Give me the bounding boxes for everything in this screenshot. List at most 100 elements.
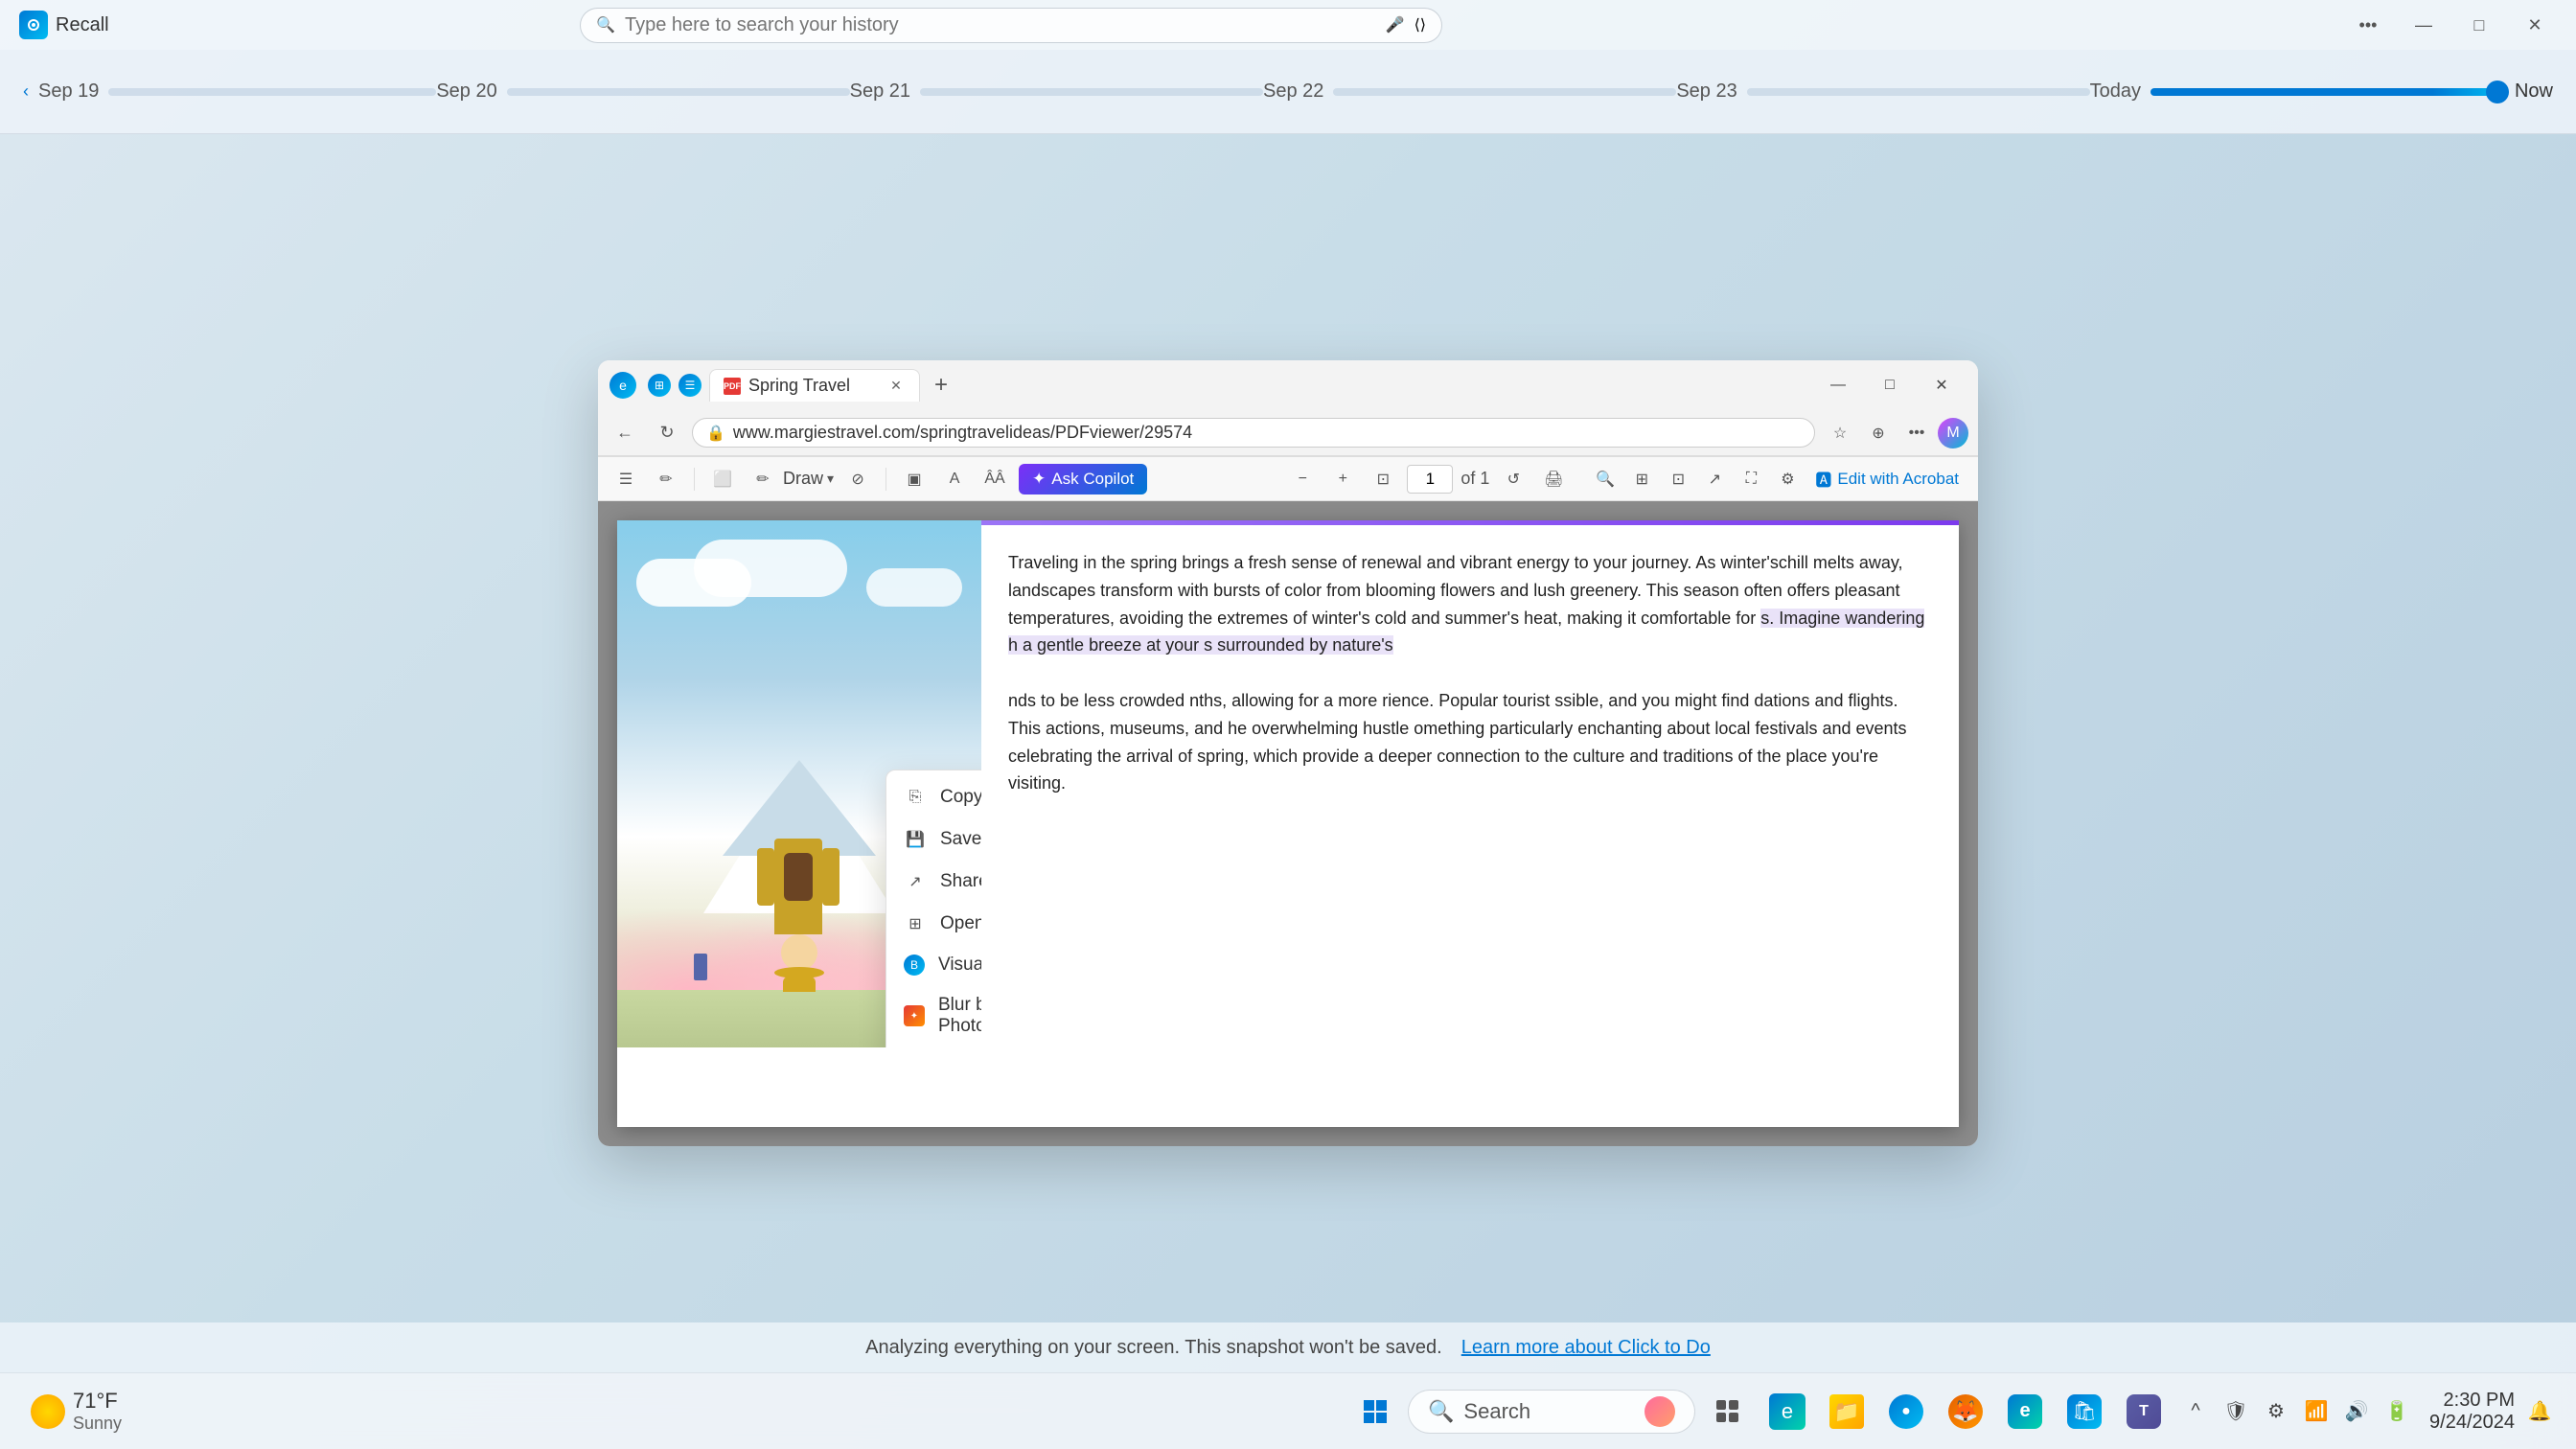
- pdf-content: ⎘ Copy Ctrl+C 💾 Save as Ctrl+S ↗ Share: [598, 501, 1978, 1146]
- timeline-sep20[interactable]: Sep 20: [436, 80, 849, 103]
- pdf-share-btn[interactable]: ↗: [1698, 463, 1731, 495]
- search-icon: 🔍: [596, 15, 615, 34]
- code-icon[interactable]: ⟨⟩: [1414, 15, 1426, 34]
- pdf-draw-button[interactable]: ✏: [747, 463, 779, 495]
- win-maximize-btn[interactable]: □: [1865, 368, 1915, 402]
- recall-logo: Recall: [19, 11, 109, 39]
- taskbar-file-explorer[interactable]: 📁: [1820, 1385, 1874, 1438]
- refresh-button[interactable]: ↻: [650, 416, 684, 450]
- context-menu: ⎘ Copy Ctrl+C 💾 Save as Ctrl+S ↗ Share: [886, 770, 981, 1047]
- print-btn[interactable]: 🖨: [1537, 463, 1570, 495]
- more-nav-icon[interactable]: •••: [1899, 416, 1934, 450]
- browser-tab-spring-travel[interactable]: PDF Spring Travel ✕: [709, 369, 920, 402]
- new-tab-button[interactable]: +: [924, 368, 958, 402]
- win-close-btn[interactable]: ✕: [1917, 368, 1966, 402]
- volume-icon[interactable]: 🔊: [2339, 1394, 2374, 1429]
- ctx-blur-photos[interactable]: ✦ Blur background with Photos: [886, 985, 981, 1046]
- clock-display[interactable]: 2:30 PM 9/24/2024: [2429, 1390, 2515, 1434]
- profile-icon[interactable]: M: [1938, 418, 1968, 448]
- minimize-button[interactable]: —: [2402, 10, 2446, 40]
- timeline-sep21[interactable]: Sep 21: [850, 80, 1263, 103]
- draw-dropdown[interactable]: ▾: [827, 471, 834, 487]
- fit-page-btn[interactable]: ⊡: [1367, 463, 1399, 495]
- taskbar-search[interactable]: 🔍 Search: [1408, 1390, 1695, 1434]
- weather-condition: Sunny: [73, 1414, 122, 1434]
- ctx-erase-photos[interactable]: ✦ Erase objects with Photos: [886, 1046, 981, 1047]
- network-icon[interactable]: 📶: [2299, 1394, 2334, 1429]
- more-options-button[interactable]: •••: [2346, 10, 2390, 40]
- page-of-text: of 1: [1460, 469, 1489, 489]
- pdf-right-tools: 🔍 ⊞ ⊡ ↗ ⛶ ⚙ 🅰 Edit with Acrobat: [1589, 463, 1966, 495]
- taskbar-recall[interactable]: ●: [1879, 1385, 1933, 1438]
- history-search-input[interactable]: [625, 14, 1376, 36]
- pdf-panel-toggle[interactable]: ☰: [610, 463, 642, 495]
- rotate-btn[interactable]: ↺: [1497, 463, 1530, 495]
- cloud-3: [866, 568, 962, 607]
- pdf-image-side[interactable]: ⎘ Copy Ctrl+C 💾 Save as Ctrl+S ↗ Share: [617, 520, 981, 1047]
- ctx-copy[interactable]: ⎘ Copy Ctrl+C: [886, 776, 981, 818]
- pdf-full-page[interactable]: ▣: [898, 463, 931, 495]
- tab-close-button[interactable]: ✕: [886, 377, 906, 396]
- taskbar-teams[interactable]: T: [2117, 1385, 2171, 1438]
- back-button[interactable]: ←: [608, 416, 642, 450]
- copy-icon: ⎘: [904, 786, 927, 809]
- maximize-button[interactable]: □: [2457, 10, 2501, 40]
- taskbar-store[interactable]: 🛍: [2058, 1385, 2111, 1438]
- timeline-sep19[interactable]: ‹ Sep 19: [23, 80, 436, 103]
- pdf-search-btn[interactable]: 🔍: [1589, 463, 1622, 495]
- pdf-fullscreen-btn[interactable]: ⛶: [1735, 463, 1767, 495]
- address-bar[interactable]: 🔒 www.margiestravel.com/springtravelidea…: [692, 418, 1815, 448]
- edit-acrobat-label: Edit with Acrobat: [1837, 470, 1959, 489]
- person-head: [781, 934, 817, 971]
- taskbar-edge-browser[interactable]: e: [1760, 1385, 1814, 1438]
- chevron-tray-icon[interactable]: ^: [2178, 1394, 2213, 1429]
- ctx-copy-label: Copy: [940, 787, 981, 808]
- close-button[interactable]: ✕: [2513, 10, 2557, 40]
- pdf-eraser-tool[interactable]: ⊘: [841, 463, 874, 495]
- battery-charging-icon[interactable]: 🔋: [2380, 1394, 2414, 1429]
- firefox-icon: 🦊: [1948, 1394, 1983, 1429]
- timeline-sep22[interactable]: Sep 22: [1263, 80, 1676, 103]
- pdf-erase-tool[interactable]: ⬜: [706, 463, 739, 495]
- ctx-bing-label: Visual search with Bing: [938, 954, 981, 976]
- timeline-label-sep21: Sep 21: [850, 80, 910, 103]
- ctx-open-with[interactable]: ⊞ Open with ›: [886, 903, 981, 945]
- window-controls: — □ ✕: [1813, 368, 1966, 402]
- settings-tray-icon[interactable]: ⚙: [2259, 1394, 2293, 1429]
- zoom-in-btn[interactable]: +: [1326, 463, 1359, 495]
- toolbar-divider-1: [694, 468, 695, 491]
- taskbar-firefox[interactable]: 🦊: [1939, 1385, 1992, 1438]
- pdf-settings-btn[interactable]: ⚙: [1771, 463, 1804, 495]
- pdf-icon: PDF: [724, 378, 741, 395]
- history-search-bar[interactable]: 🔍 🎤 ⟨⟩: [580, 8, 1442, 43]
- edit-acrobat-button[interactable]: 🅰 Edit with Acrobat: [1807, 467, 1966, 491]
- open-with-icon: ⊞: [904, 912, 927, 935]
- ctx-share[interactable]: ↗ Share: [886, 861, 981, 903]
- pdf-present-btn[interactable]: ⊞: [1625, 463, 1658, 495]
- notifications-icon[interactable]: 🔔: [2522, 1394, 2557, 1429]
- microphone-icon[interactable]: 🎤: [1386, 15, 1405, 34]
- ctx-save-as[interactable]: 💾 Save as Ctrl+S: [886, 818, 981, 861]
- ctx-bing-search[interactable]: B Visual search with Bing: [886, 945, 981, 985]
- taskbar-edge-2[interactable]: e: [1998, 1385, 2052, 1438]
- ask-copilot-button[interactable]: ✦ Ask Copilot: [1019, 464, 1147, 494]
- win-minimize-btn[interactable]: —: [1813, 368, 1863, 402]
- browser-tabs: e ⊞ ☰ PDF Spring Travel ✕ + — □ ✕: [598, 360, 1978, 410]
- windows-start-button[interactable]: [1348, 1385, 1402, 1438]
- learn-more-link[interactable]: Learn more about Click to Do: [1461, 1337, 1711, 1359]
- weather-widget[interactable]: 71°F Sunny: [19, 1385, 133, 1438]
- timeline-sep23[interactable]: Sep 23: [1676, 80, 2089, 103]
- task-view-button[interactable]: [1701, 1385, 1755, 1438]
- pdf-read-aloud[interactable]: ÂÂ: [978, 463, 1011, 495]
- collections-icon[interactable]: ⊕: [1861, 416, 1896, 450]
- system-tray: ^ 🛡 ⚙ 📶 🔊 🔋: [2171, 1394, 2422, 1429]
- pdf-annotate-tool[interactable]: ✏: [650, 463, 682, 495]
- timeline-today[interactable]: Today: [2090, 80, 2503, 103]
- security-tray-icon[interactable]: 🛡: [2219, 1394, 2253, 1429]
- pdf-extract-btn[interactable]: ⊡: [1662, 463, 1694, 495]
- page-number-input[interactable]: [1407, 465, 1453, 494]
- zoom-out-btn[interactable]: −: [1286, 463, 1319, 495]
- pdf-text-tool[interactable]: A: [938, 463, 971, 495]
- person-left-arm: [757, 848, 774, 906]
- favorites-icon[interactable]: ☆: [1823, 416, 1857, 450]
